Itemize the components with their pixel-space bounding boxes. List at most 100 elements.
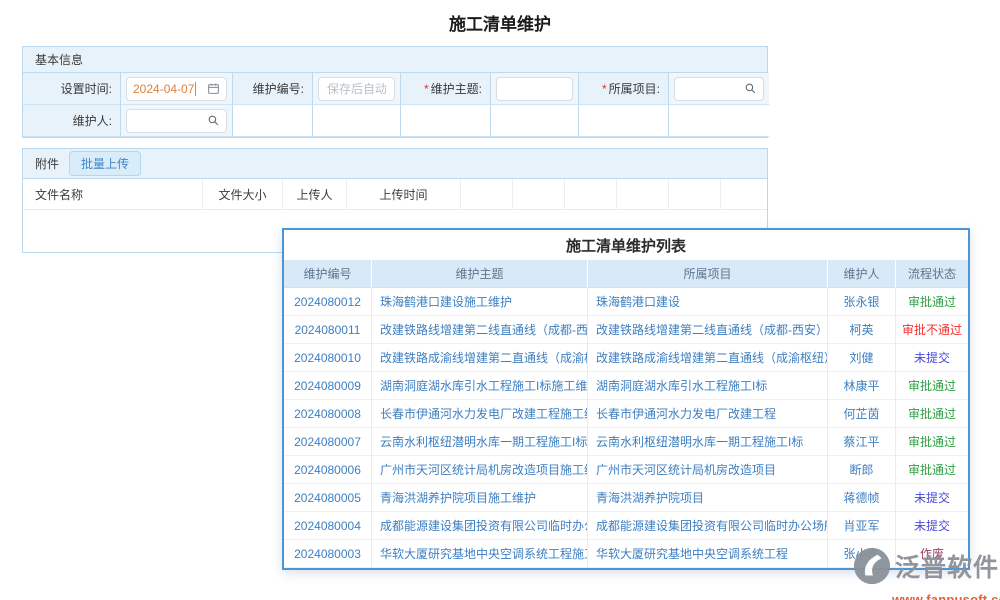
topic-label: * 维护主题: bbox=[401, 73, 491, 105]
cell-project[interactable]: 珠海鹤港口建设 bbox=[588, 288, 828, 316]
col-empty bbox=[617, 179, 669, 210]
required-asterisk: * bbox=[602, 82, 607, 96]
empty-cell bbox=[233, 105, 313, 137]
page-title: 施工清单维护 bbox=[0, 10, 1000, 35]
cell-status: 审批不通过 bbox=[896, 316, 968, 344]
attachments-section-header: 附件 批量上传 bbox=[23, 149, 767, 179]
cell-maintain-no[interactable]: 2024080007 bbox=[284, 428, 372, 456]
search-icon[interactable] bbox=[207, 114, 220, 127]
topic-cell bbox=[491, 73, 579, 105]
text-caret bbox=[195, 82, 196, 96]
col-empty bbox=[513, 179, 565, 210]
col-empty bbox=[669, 179, 721, 210]
col-uploader: 上传人 bbox=[283, 179, 347, 210]
cell-topic[interactable]: 改建铁路线增建第二线直通线（成都-西安）电... bbox=[372, 316, 588, 344]
cell-status: 未提交 bbox=[896, 344, 968, 372]
cell-project[interactable]: 湖南洞庭湖水库引水工程施工I标 bbox=[588, 372, 828, 400]
project-input[interactable] bbox=[681, 81, 744, 97]
cell-topic[interactable]: 广州市天河区统计局机房改造项目施工维护 bbox=[372, 456, 588, 484]
maintain-no-label: 维护编号: bbox=[233, 73, 313, 105]
topic-input-box bbox=[496, 77, 573, 101]
col-status: 流程状态 bbox=[896, 260, 968, 288]
cell-project[interactable]: 长春市伊通河水力发电厂改建工程 bbox=[588, 400, 828, 428]
maintainer-label: 维护人: bbox=[23, 105, 121, 137]
maintain-no-input-box bbox=[318, 77, 395, 101]
vendor-url-text: www.fanpusoft.com bbox=[892, 592, 1000, 600]
maintainer-cell bbox=[121, 105, 233, 137]
cell-person: 蒋德帧 bbox=[828, 484, 896, 512]
table-row[interactable]: 2024080012 珠海鹤港口建设施工维护 珠海鹤港口建设 张永银 审批通过 bbox=[284, 288, 968, 316]
maintenance-list-panel: 施工清单维护列表 维护编号 维护主题 所属项目 维护人 流程状态 2024080… bbox=[282, 228, 970, 570]
col-project: 所属项目 bbox=[588, 260, 828, 288]
cell-maintain-no[interactable]: 2024080003 bbox=[284, 540, 372, 568]
cell-project[interactable]: 青海洪湖养护院项目 bbox=[588, 484, 828, 512]
cell-maintain-no[interactable]: 2024080011 bbox=[284, 316, 372, 344]
fanpu-logo-icon bbox=[852, 546, 892, 591]
cell-maintain-no[interactable]: 2024080004 bbox=[284, 512, 372, 540]
cell-topic[interactable]: 青海洪湖养护院项目施工维护 bbox=[372, 484, 588, 512]
cell-maintain-no[interactable]: 2024080012 bbox=[284, 288, 372, 316]
maintain-no-input[interactable] bbox=[325, 81, 388, 97]
cell-maintain-no[interactable]: 2024080009 bbox=[284, 372, 372, 400]
batch-upload-button[interactable]: 批量上传 bbox=[69, 151, 141, 176]
table-row[interactable]: 2024080010 改建铁路成渝线增建第二直通线（成渝枢纽）... 改建铁路成… bbox=[284, 344, 968, 372]
set-time-input[interactable]: 2024-04-07 bbox=[126, 77, 227, 101]
cell-status: 审批通过 bbox=[896, 400, 968, 428]
cell-project[interactable]: 改建铁路成渝线增建第二直通线（成渝枢纽）... bbox=[588, 344, 828, 372]
col-file-size: 文件大小 bbox=[203, 179, 283, 210]
basic-info-form: 设置时间: 2024-04-07 维护编号: * 维护主题: bbox=[23, 73, 767, 137]
cell-project[interactable]: 华软大厦研究基地中央空调系统工程 bbox=[588, 540, 828, 568]
empty-cell bbox=[669, 105, 769, 137]
cell-maintain-no[interactable]: 2024080005 bbox=[284, 484, 372, 512]
table-row[interactable]: 2024080006 广州市天河区统计局机房改造项目施工维护 广州市天河区统计局… bbox=[284, 456, 968, 484]
cell-maintain-no[interactable]: 2024080008 bbox=[284, 400, 372, 428]
project-input-box bbox=[674, 77, 764, 101]
col-file-name: 文件名称 bbox=[23, 179, 203, 210]
list-panel-title: 施工清单维护列表 bbox=[284, 230, 968, 260]
cell-maintain-no[interactable]: 2024080006 bbox=[284, 456, 372, 484]
set-time-cell: 2024-04-07 bbox=[121, 73, 233, 105]
cell-project[interactable]: 广州市天河区统计局机房改造项目 bbox=[588, 456, 828, 484]
cell-topic[interactable]: 长春市伊通河水力发电厂改建工程施工维护 bbox=[372, 400, 588, 428]
cell-person: 何芷茵 bbox=[828, 400, 896, 428]
col-empty bbox=[565, 179, 617, 210]
project-cell bbox=[669, 73, 769, 105]
col-empty bbox=[721, 179, 767, 210]
topic-input[interactable] bbox=[503, 81, 566, 97]
search-icon[interactable] bbox=[744, 82, 757, 95]
cell-project[interactable]: 云南水利枢纽潜明水库一期工程施工I标 bbox=[588, 428, 828, 456]
cell-project[interactable]: 改建铁路线增建第二线直通线（成都-西安）电... bbox=[588, 316, 828, 344]
project-label: * 所属项目: bbox=[579, 73, 669, 105]
maintainer-input[interactable] bbox=[133, 113, 207, 129]
table-row[interactable]: 2024080011 改建铁路线增建第二线直通线（成都-西安）电... 改建铁路… bbox=[284, 316, 968, 344]
cell-topic[interactable]: 成都能源建设集团投资有限公司临时办公场所... bbox=[372, 512, 588, 540]
cell-status: 未提交 bbox=[896, 484, 968, 512]
cell-person: 肖亚军 bbox=[828, 512, 896, 540]
cell-person: 林康平 bbox=[828, 372, 896, 400]
vendor-brand-text: 泛普软件 bbox=[895, 556, 999, 581]
cell-person: 刘健 bbox=[828, 344, 896, 372]
basic-info-section-header: 基本信息 bbox=[23, 47, 767, 73]
empty-cell bbox=[401, 105, 491, 137]
cell-status: 审批通过 bbox=[896, 456, 968, 484]
cell-project[interactable]: 成都能源建设集团投资有限公司临时办公场所... bbox=[588, 512, 828, 540]
cell-topic[interactable]: 改建铁路成渝线增建第二直通线（成渝枢纽）... bbox=[372, 344, 588, 372]
cell-person: 蔡江平 bbox=[828, 428, 896, 456]
col-upload-time: 上传时间 bbox=[347, 179, 461, 210]
table-row[interactable]: 2024080004 成都能源建设集团投资有限公司临时办公场所... 成都能源建… bbox=[284, 512, 968, 540]
empty-cell bbox=[491, 105, 579, 137]
cell-person: 张永银 bbox=[828, 288, 896, 316]
table-row[interactable]: 2024080007 云南水利枢纽潜明水库一期工程施工I标施工维护 云南水利枢纽… bbox=[284, 428, 968, 456]
col-empty bbox=[461, 179, 513, 210]
table-row[interactable]: 2024080008 长春市伊通河水力发电厂改建工程施工维护 长春市伊通河水力发… bbox=[284, 400, 968, 428]
cell-maintain-no[interactable]: 2024080010 bbox=[284, 344, 372, 372]
calendar-icon[interactable] bbox=[207, 82, 220, 95]
table-row[interactable]: 2024080005 青海洪湖养护院项目施工维护 青海洪湖养护院项目 蒋德帧 未… bbox=[284, 484, 968, 512]
table-row[interactable]: 2024080009 湖南洞庭湖水库引水工程施工I标施工维护 湖南洞庭湖水库引水… bbox=[284, 372, 968, 400]
cell-topic[interactable]: 珠海鹤港口建设施工维护 bbox=[372, 288, 588, 316]
cell-topic[interactable]: 湖南洞庭湖水库引水工程施工I标施工维护 bbox=[372, 372, 588, 400]
cell-person: 断郎 bbox=[828, 456, 896, 484]
cell-topic[interactable]: 华软大厦研究基地中央空调系统工程施工维护 bbox=[372, 540, 588, 568]
cell-topic[interactable]: 云南水利枢纽潜明水库一期工程施工I标施工维护 bbox=[372, 428, 588, 456]
set-time-label: 设置时间: bbox=[23, 73, 121, 105]
